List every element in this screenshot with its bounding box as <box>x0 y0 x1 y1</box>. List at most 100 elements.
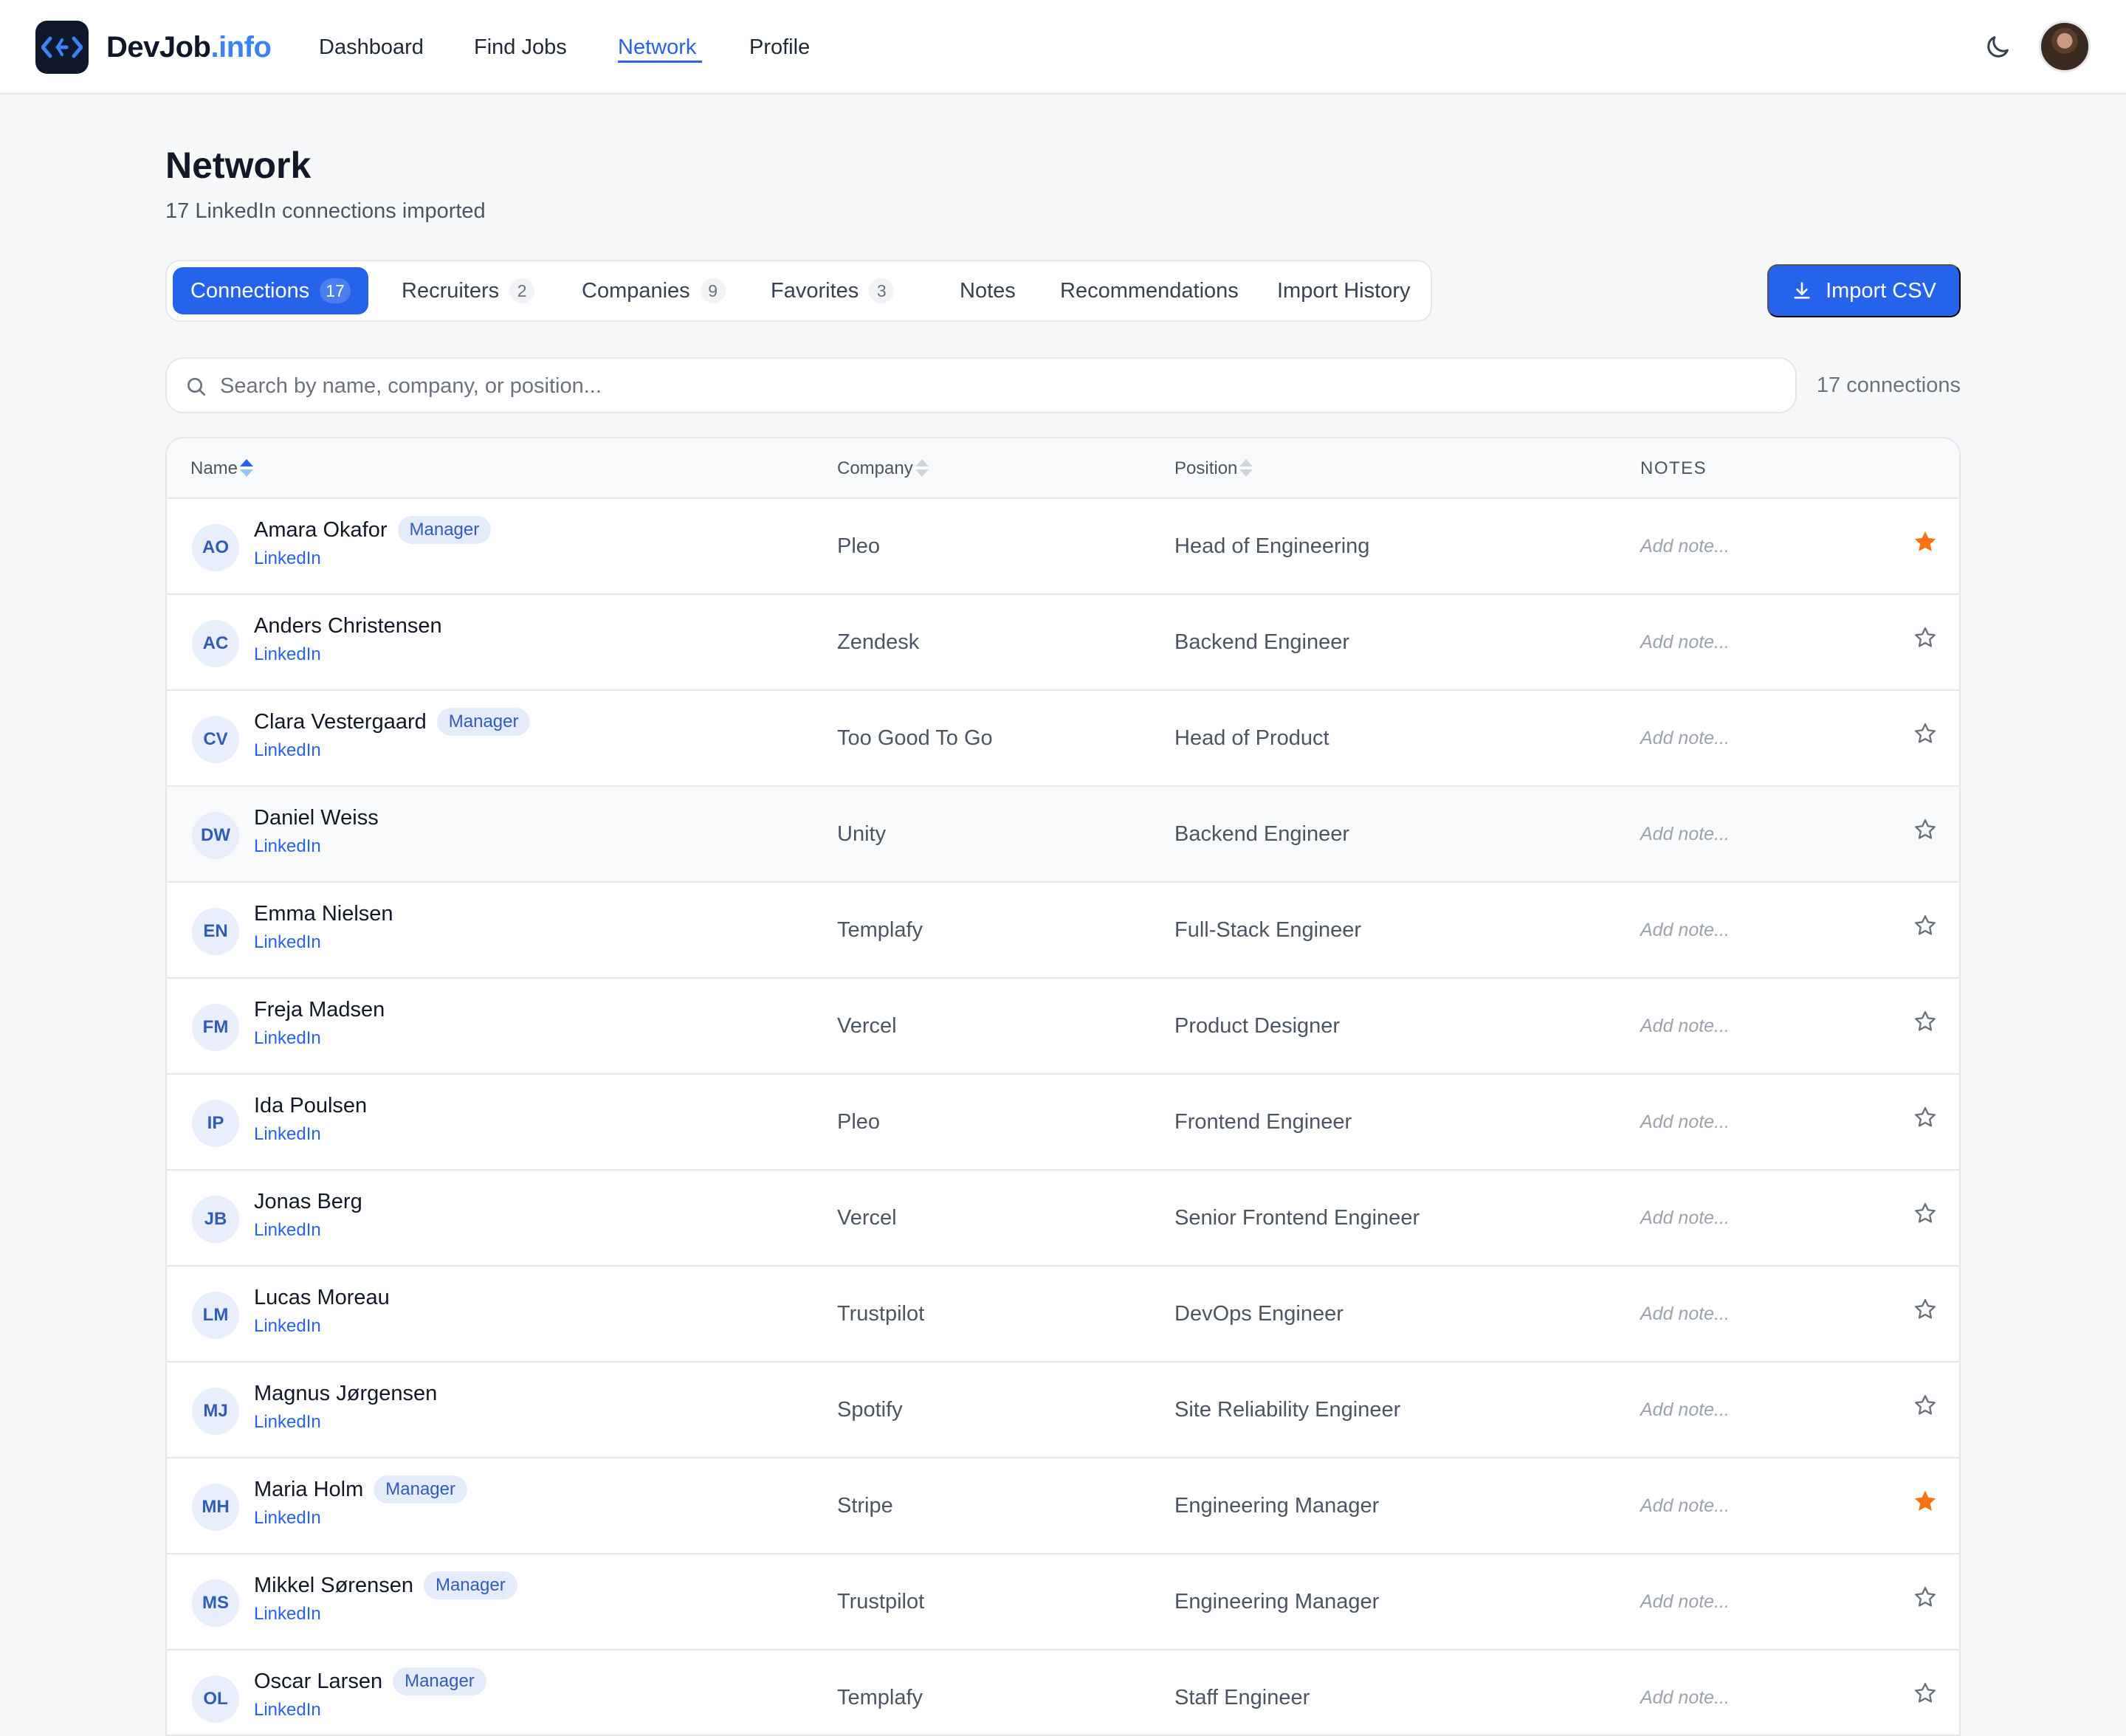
linkedin-link[interactable]: LinkedIn <box>254 930 321 955</box>
avatar-initials: MH <box>192 1484 239 1531</box>
nav-dashboard[interactable]: Dashboard <box>319 32 424 62</box>
table-row[interactable]: EN Emma Nielsen LinkedIn Templafy Full-Stack… <box>167 883 1959 979</box>
add-note-field[interactable]: Add note... <box>1640 821 1730 847</box>
linkedin-link[interactable]: LinkedIn <box>254 546 321 571</box>
table-row[interactable]: LM Lucas Moreau LinkedIn Trustpilot DevOps E… <box>167 1267 1959 1363</box>
connection-name[interactable]: Jonas Berg <box>254 1187 362 1216</box>
tab-recommendations[interactable]: Recommendations <box>1042 267 1256 314</box>
favorite-star-icon[interactable] <box>1912 816 1938 843</box>
nav-network[interactable]: Network <box>618 32 696 62</box>
table-row[interactable]: IP Ida Poulsen LinkedIn Pleo Frontend Engine… <box>167 1075 1959 1171</box>
favorite-star-icon[interactable] <box>1912 1200 1938 1227</box>
table-row[interactable]: MH Maria Holm Manager LinkedIn Stripe Enginee… <box>167 1458 1959 1554</box>
table-row[interactable]: AC Anders Christensen LinkedIn Zendesk Backe… <box>167 595 1959 691</box>
table-row[interactable]: DW Daniel Weiss LinkedIn Unity Backend Engin… <box>167 787 1959 883</box>
add-note-field[interactable]: Add note... <box>1640 1013 1730 1039</box>
avatar-initials: MJ <box>192 1388 239 1435</box>
add-note-field[interactable]: Add note... <box>1640 917 1730 943</box>
connection-name[interactable]: Anders Christensen <box>254 611 442 641</box>
linkedin-link[interactable]: LinkedIn <box>254 1218 321 1243</box>
brand-name[interactable]: DevJob.info <box>106 28 272 66</box>
favorite-star-icon[interactable] <box>1912 1392 1938 1419</box>
nav-find-jobs[interactable]: Find Jobs <box>474 32 567 62</box>
tab-count-badge: 2 <box>509 278 535 303</box>
tab-connections[interactable]: Connections 17 <box>173 267 368 314</box>
linkedin-link[interactable]: LinkedIn <box>254 642 321 667</box>
favorite-star-icon[interactable] <box>1912 1104 1938 1131</box>
connection-name[interactable]: Daniel Weiss <box>254 803 379 833</box>
linkedin-link[interactable]: LinkedIn <box>254 1314 321 1339</box>
avatar-initials: JB <box>192 1196 239 1243</box>
linkedin-link[interactable]: LinkedIn <box>254 1026 321 1051</box>
add-note-field[interactable]: Add note... <box>1640 629 1730 655</box>
favorite-star-icon[interactable] <box>1912 1584 1938 1611</box>
avatar-initials: CV <box>192 716 239 763</box>
add-note-field[interactable]: Add note... <box>1640 1588 1730 1615</box>
nav-profile[interactable]: Profile <box>749 32 810 62</box>
avatar-initials: DW <box>192 812 239 859</box>
table-row[interactable]: JB Jonas Berg LinkedIn Vercel Senior Fronten… <box>167 1171 1959 1267</box>
user-avatar[interactable] <box>2039 21 2091 72</box>
table-row[interactable]: MS Mikkel Sørensen Manager LinkedIn Trustpil… <box>167 1554 1959 1650</box>
linkedin-link[interactable]: LinkedIn <box>254 738 321 763</box>
add-note-field[interactable]: Add note... <box>1640 1396 1730 1423</box>
linkedin-link[interactable]: LinkedIn <box>254 1506 321 1531</box>
favorite-star-icon[interactable] <box>1912 1296 1938 1323</box>
tab-companies[interactable]: Companies 9 <box>564 267 743 314</box>
connection-name[interactable]: Clara Vestergaard <box>254 707 427 737</box>
logo-icon[interactable] <box>35 21 89 74</box>
connection-name[interactable]: Magnus Jørgensen <box>254 1379 437 1408</box>
add-note-field[interactable]: Add note... <box>1640 533 1730 559</box>
table-row[interactable]: OL Oscar Larsen Manager LinkedIn Templafy Sta… <box>167 1650 1959 1735</box>
add-note-field[interactable]: Add note... <box>1640 1301 1730 1327</box>
connection-name[interactable]: Maria Holm <box>254 1475 363 1504</box>
connection-name[interactable]: Lucas Moreau <box>254 1283 390 1312</box>
column-header-name[interactable]: Name <box>190 456 254 481</box>
tab-import-history[interactable]: Import History <box>1259 267 1428 314</box>
tab-recruiters[interactable]: Recruiters 2 <box>384 267 552 314</box>
company-cell: Stripe <box>837 1494 893 1518</box>
table-row[interactable]: MJ Magnus Jørgensen LinkedIn Spotify Site Re… <box>167 1363 1959 1458</box>
connection-name-line: Ida Poulsen <box>254 1091 367 1120</box>
add-note-field[interactable]: Add note... <box>1640 1492 1730 1519</box>
favorite-star-icon[interactable] <box>1912 912 1938 939</box>
connection-name[interactable]: Mikkel Sørensen <box>254 1571 413 1600</box>
tab-favorites[interactable]: Favorites 3 <box>753 267 912 314</box>
add-note-field[interactable]: Add note... <box>1640 1684 1730 1711</box>
column-header-position[interactable]: Position <box>1174 456 1253 481</box>
network-tabs: Connections 17 Recruiters 2 Companies 9 … <box>165 260 1432 322</box>
connection-name[interactable]: Amara Okafor <box>254 515 388 545</box>
search-input[interactable] <box>220 369 1770 403</box>
connection-name[interactable]: Freja Madsen <box>254 995 385 1024</box>
company-cell: Too Good To Go <box>837 726 993 750</box>
favorite-star-icon[interactable] <box>1912 1008 1938 1035</box>
linkedin-link[interactable]: LinkedIn <box>254 1410 321 1435</box>
tab-notes[interactable]: Notes <box>942 267 1033 314</box>
connections-table: Name Company Position NOTES AO Amara Okaf… <box>165 437 1961 1736</box>
import-csv-button[interactable]: Import CSV <box>1767 264 1961 317</box>
linkedin-link[interactable]: LinkedIn <box>254 1602 321 1627</box>
favorite-star-filled-icon[interactable] <box>1912 1488 1938 1515</box>
connection-name[interactable]: Emma Nielsen <box>254 899 393 929</box>
linkedin-link[interactable]: LinkedIn <box>254 1698 321 1723</box>
tab-label: Connections <box>190 278 310 303</box>
connection-name-line: Clara Vestergaard Manager <box>254 707 531 737</box>
table-row[interactable]: FM Freja Madsen LinkedIn Vercel Product Desi… <box>167 979 1959 1075</box>
download-icon <box>1794 282 1810 299</box>
favorite-star-icon[interactable] <box>1912 720 1938 747</box>
favorite-star-icon[interactable] <box>1912 624 1938 651</box>
add-note-field[interactable]: Add note... <box>1640 725 1730 751</box>
add-note-field[interactable]: Add note... <box>1640 1109 1730 1135</box>
column-header-company[interactable]: Company <box>837 456 929 481</box>
favorite-star-icon[interactable] <box>1912 1680 1938 1706</box>
company-cell: Templafy <box>837 918 923 942</box>
connection-name[interactable]: Ida Poulsen <box>254 1091 367 1120</box>
table-row[interactable]: AO Amara Okafor Manager LinkedIn Pleo Head of… <box>167 499 1959 595</box>
linkedin-link[interactable]: LinkedIn <box>254 1122 321 1147</box>
connection-name[interactable]: Oscar Larsen <box>254 1667 382 1696</box>
add-note-field[interactable]: Add note... <box>1640 1205 1730 1231</box>
dark-mode-toggle-moon-icon[interactable] <box>1983 32 2012 62</box>
table-row[interactable]: CV Clara Vestergaard Manager LinkedIn Too Go… <box>167 691 1959 787</box>
favorite-star-filled-icon[interactable] <box>1912 528 1938 555</box>
linkedin-link[interactable]: LinkedIn <box>254 834 321 859</box>
